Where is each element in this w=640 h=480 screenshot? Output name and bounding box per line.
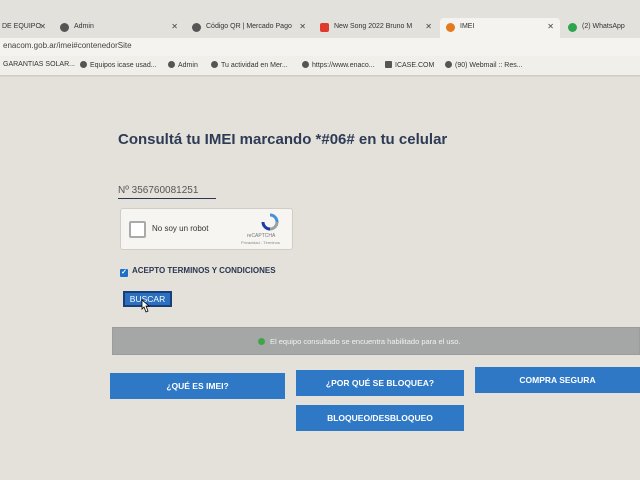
address-bar[interactable]: enacom.gob.ar/imei#contenedorSite: [0, 38, 640, 56]
status-message-bar: El equipo consultado se encuentra habili…: [112, 327, 640, 355]
globe-icon: [168, 61, 175, 68]
bookmark-admin[interactable]: Admin: [168, 61, 198, 69]
tab-label: IMEI: [460, 23, 475, 30]
captcha-links[interactable]: Privacidad - Términos: [241, 240, 280, 245]
captcha-label: No soy un robot: [152, 224, 209, 233]
enacom-icon: [302, 61, 309, 68]
youtube-icon: [320, 23, 329, 32]
globe-icon: [60, 23, 69, 32]
what-is-imei-button[interactable]: ¿QUÉ ES IMEI?: [110, 373, 285, 399]
close-icon[interactable]: ✕: [547, 22, 554, 31]
bookmark-icase[interactable]: ICASE.COM: [385, 61, 434, 69]
check-circle-icon: [258, 338, 265, 345]
tab-label: (2) WhatsApp: [582, 23, 625, 30]
page-content: Consultá tu IMEI marcando *#06# en tu ce…: [0, 77, 640, 480]
close-icon[interactable]: ✕: [39, 22, 46, 31]
icase-icon: [385, 61, 392, 68]
bookmark-enacom[interactable]: https://www.enaco...: [302, 61, 375, 69]
why-blocked-button[interactable]: ¿POR QUÉ SE BLOQUEA?: [296, 370, 464, 396]
tab-imei[interactable]: IMEI ✕: [440, 18, 560, 38]
tab-mercado-pago[interactable]: Código QR | Mercado Pago ✕: [186, 18, 312, 38]
bookmark-garantias[interactable]: GARANTIAS SOLAR...: [3, 61, 75, 68]
captcha-checkbox[interactable]: [129, 221, 146, 238]
tab-label: New Song 2022 Bruno M: [334, 23, 413, 30]
bookmark-icon: [80, 61, 87, 68]
terms-checkbox-row[interactable]: ✓ ACEPTO TERMINOS Y CONDICIONES: [120, 266, 276, 277]
mouse-cursor-icon: [141, 299, 150, 313]
tab-label: Código QR | Mercado Pago: [206, 23, 292, 30]
browser-tab-bar: DE EQUIPO ✕ Admin ✕ Código QR | Mercado …: [0, 0, 640, 38]
safe-purchase-button[interactable]: COMPRA SEGURA: [475, 367, 640, 393]
block-unblock-button[interactable]: BLOQUEO/DESBLOQUEO: [296, 405, 464, 431]
close-icon[interactable]: ✕: [425, 22, 432, 31]
status-message: El equipo consultado se encuentra habili…: [258, 337, 461, 346]
enacom-icon: [446, 23, 455, 32]
captcha-brand: reCAPTCHA: [247, 233, 276, 239]
tab-de-equipo[interactable]: DE EQUIPO ✕: [0, 18, 52, 38]
tab-admin[interactable]: Admin ✕: [54, 18, 184, 38]
bookmarks-bar: GARANTIAS SOLAR... Equipos icase usad...…: [0, 56, 640, 76]
bookmark-equipos-icase[interactable]: Equipos icase usad...: [80, 61, 157, 69]
recaptcha-icon: [261, 213, 279, 231]
checkbox-checked-icon[interactable]: ✓: [120, 269, 128, 277]
url-text[interactable]: enacom.gob.ar/imei#contenedorSite: [3, 41, 132, 50]
bookmark-mercado-libre[interactable]: Tu actividad en Mer...: [211, 61, 288, 69]
close-icon[interactable]: ✕: [171, 22, 178, 31]
tab-youtube-song[interactable]: New Song 2022 Bruno M ✕: [314, 18, 438, 38]
tab-whatsapp[interactable]: (2) WhatsApp: [562, 18, 640, 38]
webmail-icon: [445, 61, 452, 68]
imei-input[interactable]: Nº 356760081251: [118, 185, 216, 199]
close-icon[interactable]: ✕: [299, 22, 306, 31]
page-title: Consultá tu IMEI marcando *#06# en tu ce…: [118, 131, 448, 148]
bookmark-webmail[interactable]: (90) Webmail :: Res...: [445, 61, 523, 69]
tab-label: DE EQUIPO: [2, 23, 41, 30]
tab-label: Admin: [74, 23, 94, 30]
terms-label: ACEPTO TERMINOS Y CONDICIONES: [132, 266, 276, 275]
whatsapp-icon: [568, 23, 577, 32]
mercado-libre-icon: [211, 61, 218, 68]
recaptcha-widget: No soy un robot reCAPTCHA Privacidad - T…: [120, 208, 293, 250]
mercado-pago-icon: [192, 23, 201, 32]
